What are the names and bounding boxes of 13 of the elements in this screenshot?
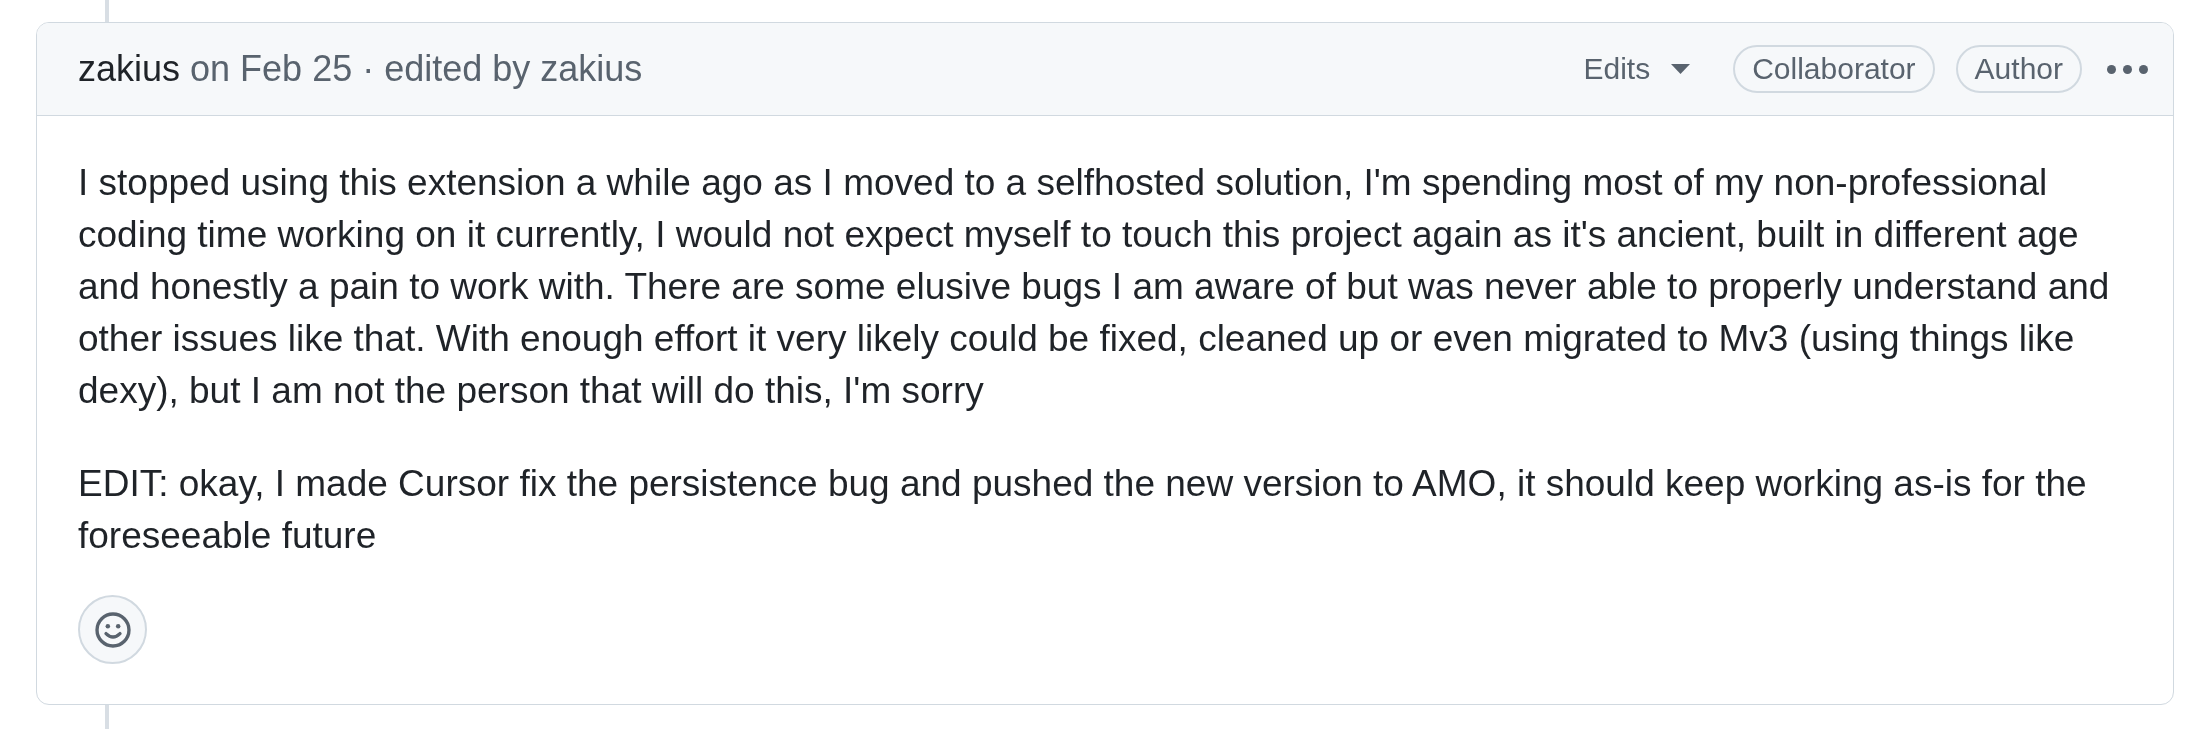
comment-paragraph: EDIT: okay, I made Cursor fix the persistence bug and pushed the new version to AMO, it should keep working as-is for the foreseeable future — [78, 462, 2088, 558]
caret-icon — [1671, 64, 1691, 74]
kebab-icon — [2107, 64, 2148, 74]
role-label: Collaborator — [1733, 45, 1935, 93]
edits-dropdown[interactable]: Edits — [1583, 52, 1691, 86]
more-options-button[interactable] — [2107, 64, 2148, 74]
comment-paragraph: I stopped using this extension a while ago as I moved to a selfhosted solution, I'm spending most of my non-professional coding time working on it currently, I would not expect myself to touch this project again as it's ancient, built in different age and honestly a pain to work with. There are some elusive bugs I am aware of but was never able to properly understand and other issues like that. With enough effort it very likely could be fixed, cleaned up or even migrated to Mv3 (using things like dexy), but I am not the person that will do this, I'm sorry — [78, 161, 2111, 413]
separator-dot: · — [362, 48, 375, 89]
smiley-icon — [94, 611, 131, 648]
role-label: Author — [1955, 45, 2082, 93]
author-link[interactable]: zakius — [78, 48, 181, 89]
edited-note: edited by zakius — [384, 48, 643, 89]
timestamp-link[interactable]: on Feb 25 — [190, 48, 353, 89]
